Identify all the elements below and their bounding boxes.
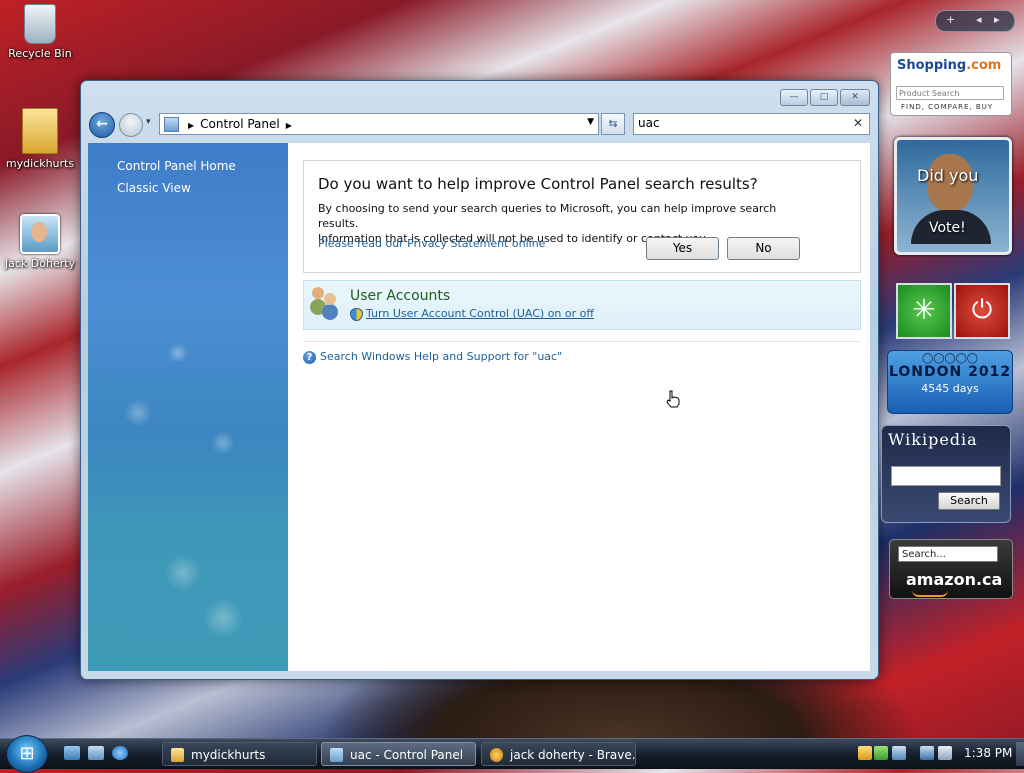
notification-area: 1:38 PM [852, 742, 1024, 766]
recycle-bin-icon [24, 4, 56, 44]
task-pane: Control Panel Home Classic View [88, 143, 288, 671]
wikipedia-search-button[interactable]: Search [938, 492, 1000, 510]
breadcrumb: ▶ Control Panel ▶ [182, 117, 298, 131]
yes-button[interactable]: Yes [646, 237, 719, 260]
defender-icon[interactable] [892, 746, 906, 760]
olympic-rings-icon: ◯◯◯◯◯ [922, 353, 978, 364]
search-result-user-accounts[interactable]: User Accounts Turn User Account Control … [303, 280, 861, 330]
wikipedia-search-input[interactable] [891, 466, 1001, 486]
taskbar-item-control-panel[interactable]: uac - Control Panel [321, 742, 476, 766]
forward-button[interactable] [119, 113, 143, 137]
sidebar-toolbar: + ◂ ▸ [935, 10, 1015, 32]
security-warning-icon[interactable] [858, 746, 872, 760]
control-panel-icon [164, 117, 179, 132]
internet-explorer-icon[interactable] [112, 746, 128, 760]
minimize-button[interactable]: — [780, 89, 808, 106]
breadcrumb-separator-icon[interactable]: ▶ [286, 121, 292, 130]
shopping-logo: Shopping.com [897, 58, 1002, 73]
breadcrumb-separator-icon[interactable]: ▶ [188, 121, 194, 130]
amazon-gadget: Search... amazon.ca [889, 539, 1013, 599]
olympics-countdown-gadget: ◯◯◯◯◯ LONDON 2012 4545 days [887, 350, 1013, 414]
search-input[interactable] [634, 114, 847, 132]
desktop-icon-user[interactable]: Jack Doherty [0, 214, 80, 270]
desktop-icon-label: mydickhurts [5, 157, 75, 170]
recent-pages-dropdown-icon[interactable]: ▾ [146, 117, 151, 127]
wikipedia-gadget: Wikipedia Search [881, 425, 1011, 523]
show-desktop-button[interactable] [1016, 742, 1024, 766]
clock[interactable]: 1:38 PM [964, 746, 1012, 760]
search-results-pane: Do you want to help improve Control Pane… [288, 143, 870, 671]
volume-icon[interactable] [938, 746, 952, 760]
shopping-tagline: FIND, COMPARE, BUY [901, 103, 994, 111]
back-button[interactable]: ← [89, 112, 115, 138]
show-desktop-icon[interactable] [64, 746, 80, 760]
product-search-input[interactable]: Product Search [896, 86, 1004, 100]
control-panel-home-link[interactable]: Control Panel Home [117, 159, 288, 173]
search-box[interactable]: ✕ [633, 113, 870, 135]
address-dropdown-icon[interactable]: ▼ [587, 117, 594, 127]
wikipedia-title: Wikipedia [888, 430, 978, 449]
amazon-logo: amazon.ca [906, 570, 1003, 589]
hand-cursor-icon [666, 390, 680, 408]
previous-page-icon[interactable]: ◂ [976, 13, 982, 26]
address-bar[interactable]: ▶ Control Panel ▶ ▼ [159, 113, 599, 135]
feedback-question: Do you want to help improve Control Pane… [318, 175, 758, 193]
amazon-search-input[interactable]: Search... [898, 546, 998, 562]
next-page-icon[interactable]: ▸ [994, 13, 1000, 26]
search-help-link[interactable]: Search Windows Help and Support for "uac… [320, 350, 562, 363]
taskbar-item-label: uac - Control Panel [350, 748, 464, 762]
feedback-prompt: Do you want to help improve Control Pane… [303, 160, 861, 273]
amazon-smile-icon [912, 590, 948, 597]
shopping-gadget: Shopping.com Product Search FIND, COMPAR… [890, 52, 1012, 116]
clear-search-icon[interactable]: ✕ [853, 116, 863, 130]
browser-icon [490, 748, 503, 762]
desktop-icon-recycle-bin[interactable]: Recycle Bin [0, 4, 80, 60]
network-icon[interactable] [920, 746, 934, 760]
desktop-icon-label: Jack Doherty [4, 257, 76, 270]
result-title[interactable]: User Accounts [350, 288, 450, 304]
caption-buttons: — □ ✕ [780, 89, 870, 106]
user-picture-icon [20, 214, 60, 254]
close-button[interactable]: ✕ [840, 89, 870, 106]
taskbar-item-label: mydickhurts [191, 748, 266, 762]
control-panel-icon [330, 748, 343, 762]
taskbar-item-label: jack doherty - Brave... [510, 748, 636, 762]
desktop-icon-folder[interactable]: mydickhurts [0, 108, 80, 170]
network-shield-icon[interactable] [874, 746, 888, 760]
control-panel-window: — □ ✕ ← ▾ ▶ Control Panel ▶ ▼ ⇆ ✕ Control … [80, 80, 879, 680]
classic-view-link[interactable]: Classic View [117, 181, 288, 195]
folder-icon [171, 748, 184, 762]
breadcrumb-control-panel[interactable]: Control Panel [200, 117, 280, 131]
taskbar-item-folder[interactable]: mydickhurts [162, 742, 317, 766]
no-button[interactable]: No [727, 237, 800, 260]
uac-shield-icon [350, 308, 363, 321]
folder-icon [22, 108, 58, 154]
green-action-button[interactable]: ✳ [896, 283, 952, 339]
olympics-days-remaining: 4545 days [921, 382, 979, 395]
maximize-button[interactable]: □ [810, 89, 838, 106]
refresh-button[interactable]: ⇆ [601, 113, 625, 135]
add-gadget-button[interactable]: + [946, 13, 955, 26]
olympics-city: LONDON 2012 [888, 364, 1012, 380]
slideshow-gadget[interactable]: Did you Vote! [894, 137, 1012, 255]
divider [303, 341, 859, 342]
slideshow-caption-line2: Vote! [929, 220, 966, 236]
switch-windows-icon[interactable] [88, 746, 104, 760]
desktop-icon-label: Recycle Bin [8, 47, 72, 60]
start-button[interactable]: ⊞ [6, 735, 48, 773]
user-accounts-icon [309, 287, 339, 313]
help-icon: ? [303, 351, 316, 364]
uac-toggle-link[interactable]: Turn User Account Control (UAC) on or of… [366, 307, 594, 320]
power-button[interactable]: ⏻ [954, 283, 1010, 339]
taskbar: ⊞ mydickhurts uac - Control Panel jack d… [0, 735, 1024, 773]
navigation-bar: ← ▾ ▶ Control Panel ▶ ▼ ⇆ ✕ [89, 112, 870, 138]
slideshow-caption-line1: Did you [917, 166, 979, 185]
privacy-statement-link[interactable]: Please read our Privacy Statement online [318, 237, 545, 250]
taskbar-item-browser[interactable]: jack doherty - Brave... [481, 742, 636, 766]
